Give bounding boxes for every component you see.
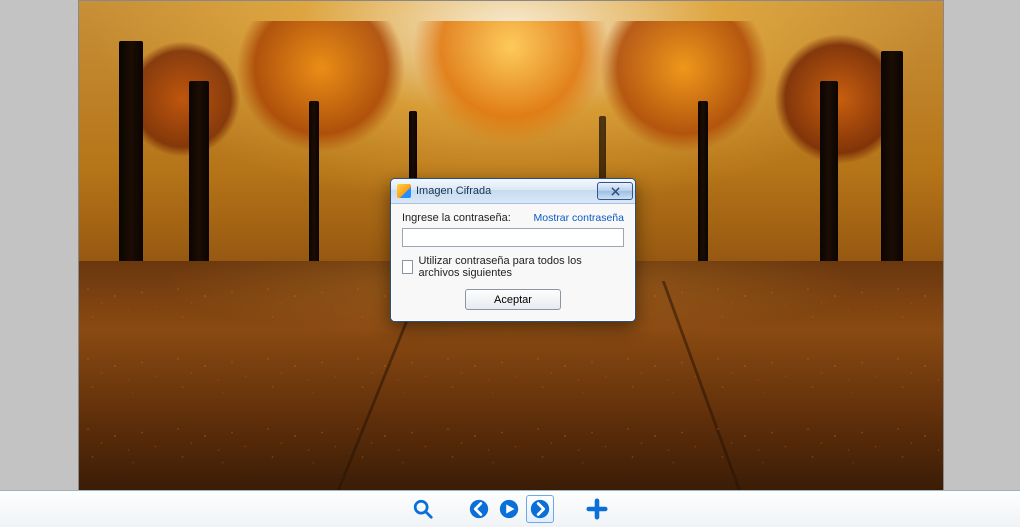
bottom-toolbar [0, 490, 1020, 527]
dialog-titlebar[interactable]: Imagen Cifrada [391, 179, 635, 204]
chevron-right-circle-icon [529, 498, 551, 520]
remember-password-checkbox[interactable] [402, 260, 413, 274]
close-icon [611, 187, 620, 196]
show-password-link[interactable]: Mostrar contraseña [534, 212, 624, 224]
play-circle-icon [498, 498, 520, 520]
zoom-button[interactable] [410, 496, 436, 522]
encrypted-image-dialog: Imagen Cifrada Ingrese la contraseña: Mo… [390, 178, 636, 322]
dialog-title: Imagen Cifrada [416, 185, 597, 197]
password-prompt-label: Ingrese la contraseña: [402, 212, 511, 224]
close-button[interactable] [597, 182, 633, 200]
viewer-stage: Imagen Cifrada Ingrese la contraseña: Mo… [0, 0, 1020, 490]
remember-password-label: Utilizar contraseña para todos los archi… [418, 255, 624, 279]
next-button[interactable] [526, 495, 554, 523]
dialog-body: Ingrese la contraseña: Mostrar contraseñ… [391, 204, 635, 321]
accept-button[interactable]: Aceptar [465, 289, 561, 310]
magnifier-icon [412, 498, 434, 520]
previous-button[interactable] [466, 496, 492, 522]
chevron-left-circle-icon [468, 498, 490, 520]
play-slideshow-button[interactable] [496, 496, 522, 522]
plus-icon [586, 498, 608, 520]
app-icon [397, 184, 411, 198]
password-input[interactable] [402, 228, 624, 247]
add-button[interactable] [584, 496, 610, 522]
